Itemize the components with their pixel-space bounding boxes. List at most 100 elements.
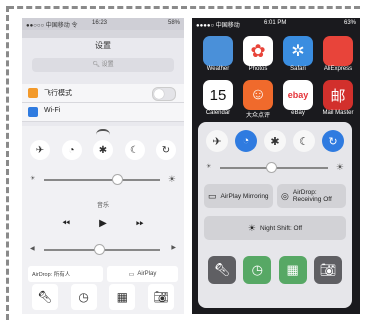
app-ebay[interactable]: ebay eBay — [278, 80, 318, 119]
left-phone-screenshot: ●●○○○ 中国移动 令 16:23 58% 设置 🔍︎ 设置 飞行模式 Wi-… — [22, 18, 184, 314]
airdrop-icon: ◎ — [281, 190, 289, 201]
compass-icon: ✲ — [283, 36, 313, 66]
airplane-icon — [28, 88, 38, 98]
airplane-mode-toggle-button[interactable]: ✈ — [30, 140, 50, 160]
camera-icon[interactable]: 📷︎ — [313, 256, 342, 284]
brightness-low-icon: ☀ — [30, 176, 36, 182]
rotation-lock-toggle-button[interactable]: ↻ — [322, 130, 344, 152]
app-label: eBay — [291, 110, 305, 116]
carrier-text: ●●○○○ 中国移动 令 — [26, 23, 78, 29]
brightness-high-icon: ☀ — [167, 174, 176, 184]
brightness-slider[interactable]: ☀ ☀ — [30, 174, 176, 186]
airplay-label: AirPlay — [137, 271, 157, 277]
airplay-icon: ▭ — [128, 271, 135, 278]
airdrop-label: AirDrop: 所有人 — [32, 272, 71, 278]
app-label: Mail Master — [322, 110, 354, 116]
settings-row-airplane-mode[interactable]: 飞行模式 — [22, 84, 184, 103]
slider-thumb[interactable] — [94, 244, 105, 255]
airdrop-label: AirDrop: Receiving Off — [292, 189, 332, 203]
bluetooth-toggle-button[interactable]: ✱ — [264, 130, 286, 152]
airplay-icon: ▭ — [208, 190, 217, 201]
calculator-icon[interactable]: ▦ — [278, 256, 307, 284]
control-center: ✈ ◔ ✱ ☾ ↻ ☀ ☀ 音乐 ⏪︎ ▶ ⏩︎ ◀ ▶ AirDrop: 所有… — [22, 126, 184, 314]
app-mail-master[interactable]: 邮 Mail Master — [318, 80, 358, 119]
notification-banner — [22, 30, 184, 38]
rotation-lock-toggle-button[interactable]: ↻ — [156, 140, 176, 160]
app-weather[interactable]: Weather — [198, 36, 238, 72]
row-label: 飞行模式 — [44, 90, 72, 97]
app-photos[interactable]: ✿ Photos — [238, 36, 278, 72]
do-not-disturb-toggle-button[interactable]: ☾ — [124, 140, 145, 160]
app-calendar[interactable]: 15 Calendar — [198, 80, 238, 119]
flashlight-icon[interactable]: 🔦︎ — [208, 256, 236, 284]
brightness-high-icon: ☀ — [335, 162, 344, 172]
status-bar: ●●○○○ 中国移动 令 16:23 58% — [22, 18, 184, 30]
weather-icon — [203, 36, 233, 66]
ebay-icon: ebay — [283, 80, 313, 110]
photos-icon: ✿ — [243, 36, 273, 66]
night-shift-button[interactable]: ☀ Night Shift: Off — [204, 216, 346, 240]
chevron-down-icon[interactable] — [96, 129, 110, 135]
battery-text: 63% — [343, 20, 356, 26]
app-label: 大众点评 — [245, 113, 270, 119]
app-label: AliExpress — [323, 66, 353, 72]
app-label: Calendar — [205, 110, 231, 116]
play-icon[interactable]: ▶ — [99, 218, 107, 229]
time-text: 6:01 PM — [264, 20, 287, 26]
settings-row-wifi[interactable]: Wi-Fi — [22, 103, 184, 122]
timer-icon[interactable]: ◷ — [70, 284, 97, 310]
app-safari[interactable]: ✲ Safari — [278, 36, 318, 72]
flashlight-icon[interactable]: 🔦︎ — [32, 284, 58, 310]
airplay-label: AirPlay Mirroring — [220, 192, 269, 200]
do-not-disturb-toggle-button[interactable]: ☾ — [293, 130, 315, 152]
airplay-button[interactable]: ▭ AirPlay — [107, 266, 178, 282]
page-border-left — [6, 6, 9, 320]
calendar-icon: 15 — [203, 80, 233, 110]
time-text: 16:23 — [92, 20, 108, 26]
night-shift-label: Night Shift: Off — [259, 224, 303, 232]
wifi-toggle-button[interactable]: ◔ — [61, 140, 82, 160]
dianping-icon: ☺ — [243, 80, 273, 110]
page-border-top — [8, 6, 360, 9]
wifi-icon — [28, 107, 38, 117]
slider-thumb[interactable] — [112, 174, 123, 185]
airplane-mode-toggle-button[interactable]: ✈ — [206, 130, 228, 152]
page-title: 设置 — [95, 41, 111, 50]
mail-master-icon: 邮 — [323, 80, 353, 110]
now-playing-label: 音乐 — [96, 203, 109, 209]
airplay-mirroring-button[interactable]: ▭ AirPlay Mirroring — [204, 184, 273, 208]
app-aliexpress[interactable]: AliExpress — [318, 36, 358, 72]
carrier-text: ●●●●○ 中国移动 — [196, 23, 240, 29]
slider-track — [44, 179, 160, 181]
battery-text: 58% — [167, 20, 180, 26]
status-bar: ●●●●○ 中国移动 6:01 PM 63% — [192, 18, 360, 30]
airdrop-button[interactable]: ◎ AirDrop: Receiving Off — [277, 184, 346, 208]
calculator-icon[interactable]: ▦ — [109, 284, 136, 310]
camera-icon[interactable]: 📷︎ — [147, 284, 174, 310]
slider-thumb[interactable] — [266, 162, 277, 173]
rewind-icon[interactable]: ⏪︎ — [62, 218, 70, 229]
brightness-low-icon: ☀ — [206, 164, 212, 170]
bluetooth-toggle-button[interactable]: ✱ — [93, 140, 113, 160]
search-placeholder: 设置 — [101, 62, 114, 68]
fast-forward-icon[interactable]: ⏩︎ — [136, 218, 144, 229]
airdrop-button[interactable]: AirDrop: 所有人 — [28, 266, 103, 282]
airplane-mode-toggle[interactable] — [152, 87, 176, 101]
wifi-toggle-button[interactable]: ◔ — [235, 130, 257, 152]
page-indicator — [264, 308, 279, 314]
control-center: ✈ ◔ ✱ ☾ ↻ ☀ ☀ ▭ AirPlay Mirroring ◎ AirD… — [198, 122, 352, 308]
row-label: Wi-Fi — [44, 107, 61, 114]
volume-slider[interactable]: ◀ ▶ — [30, 244, 176, 256]
app-dianping[interactable]: ☺ 大众点评 — [238, 80, 278, 119]
brightness-slider[interactable]: ☀ ☀ — [206, 162, 344, 174]
search-icon: 🔍︎ — [92, 62, 100, 68]
app-label: Weather — [206, 66, 230, 72]
right-phone-screenshot: ●●●●○ 中国移动 6:01 PM 63% Weather ✿ Photos … — [192, 18, 360, 314]
app-label: Safari — [290, 66, 306, 72]
night-shift-icon: ☀ — [247, 222, 256, 233]
search-input[interactable]: 🔍︎ 设置 — [32, 58, 174, 72]
volume-low-icon: ◀ — [30, 246, 35, 252]
aliexpress-icon — [323, 36, 353, 66]
app-label: Photos — [248, 66, 268, 72]
timer-icon[interactable]: ◷ — [243, 256, 272, 284]
